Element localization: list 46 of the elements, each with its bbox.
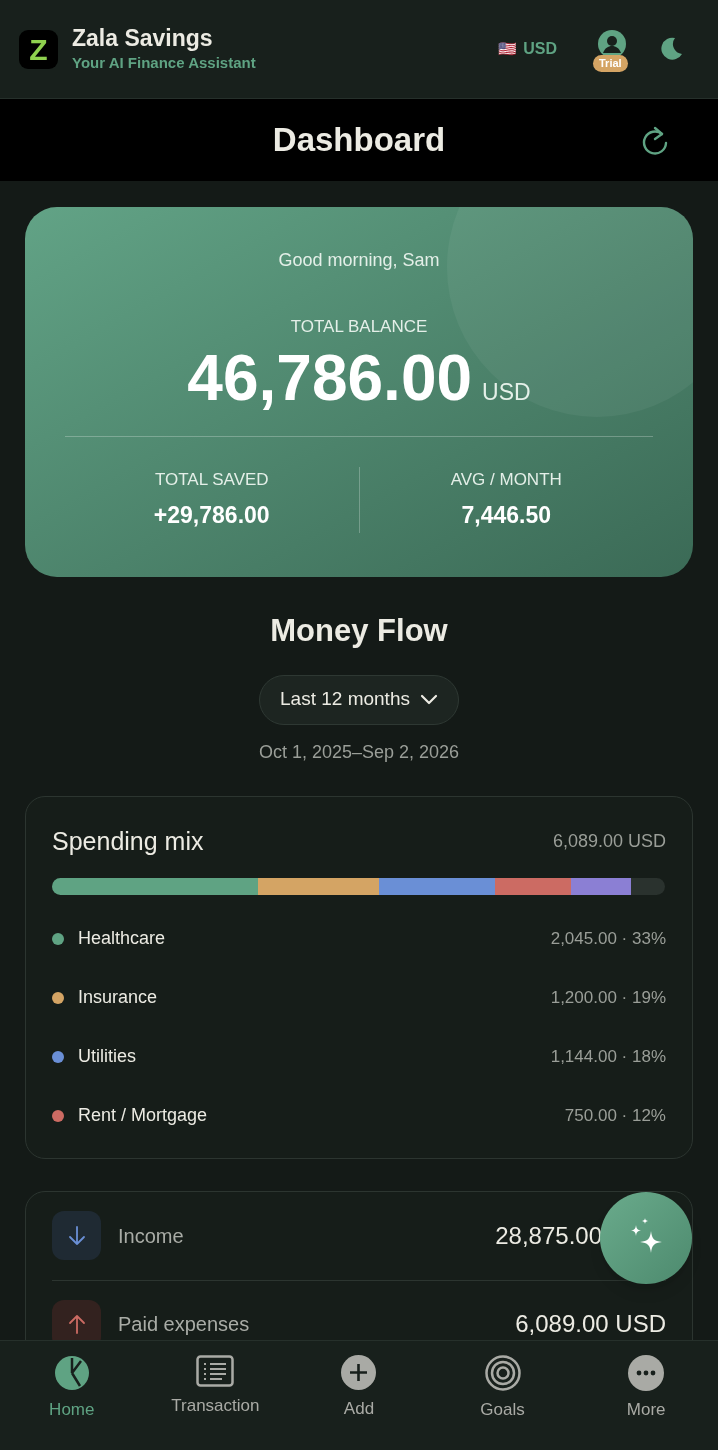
stat-value: +29,786.00: [153, 501, 270, 530]
stat-label: TOTAL SAVED: [154, 468, 269, 491]
flow-amount: 6,089.00 USD: [515, 1309, 666, 1339]
pie-chart-icon: [53, 1355, 90, 1391]
category-amount: 1,200.00 · 19%: [550, 986, 666, 1009]
stat-label: AVG / MONTH: [450, 468, 562, 491]
list-icon: [196, 1355, 235, 1387]
balance-currency: USD: [482, 377, 531, 407]
greeting: Good morning, Sam: [278, 249, 440, 272]
target-icon: [484, 1355, 521, 1391]
app-tagline: Your AI Finance Assistant: [72, 52, 256, 73]
nav-tab[interactable]: Transaction: [143, 1355, 288, 1425]
app-logo: Z: [19, 29, 58, 69]
arrow-up-icon: [67, 1313, 86, 1335]
category-amount: 2,045.00 · 33%: [550, 927, 666, 950]
category-name: Insurance: [78, 986, 158, 1009]
nav-tab[interactable]: Goals: [430, 1355, 575, 1425]
card-title: Spending mix: [52, 825, 204, 857]
app-name: Zala Savings: [72, 23, 214, 52]
category-name: Rent / Mortgage: [78, 1104, 208, 1127]
chevron-down-icon: [419, 693, 438, 706]
flow-label: Income: [118, 1223, 184, 1249]
date-range: Oct 1, 2025–Sep 2, 2026: [257, 740, 461, 764]
page-title: Dashboard: [272, 120, 446, 161]
nav-tab[interactable]: More: [574, 1355, 718, 1425]
flag-icon: 🇺🇸: [498, 37, 518, 61]
stat-value: 7,446.50: [461, 501, 551, 530]
nav-tab[interactable]: Add: [287, 1355, 431, 1425]
flow-amount: 28,875.00: [495, 1220, 602, 1251]
more-icon: [628, 1355, 665, 1391]
category-amount: 750.00 · 12%: [564, 1104, 666, 1127]
period-dropdown[interactable]: Last 12 months: [259, 674, 459, 725]
flow-label: Paid expenses: [118, 1312, 250, 1337]
spending-total: 6,089.00 USD: [552, 829, 666, 853]
category-name: Utilities: [78, 1045, 136, 1068]
plus-icon: [341, 1355, 377, 1390]
balance-label: TOTAL BALANCE: [290, 316, 428, 338]
section-title: Money Flow: [269, 612, 449, 650]
category-name: Healthcare: [78, 927, 166, 950]
nav-tab[interactable]: Home: [0, 1355, 144, 1425]
balance-amount: 46,786.00: [187, 341, 473, 414]
arrow-down-icon: [67, 1224, 86, 1247]
refresh-icon[interactable]: [640, 125, 670, 157]
category-amount: 1,144.00 · 18%: [550, 1045, 666, 1068]
trial-badge: Trial: [593, 55, 628, 72]
currency-selector[interactable]: 🇺🇸 USD: [490, 33, 565, 65]
